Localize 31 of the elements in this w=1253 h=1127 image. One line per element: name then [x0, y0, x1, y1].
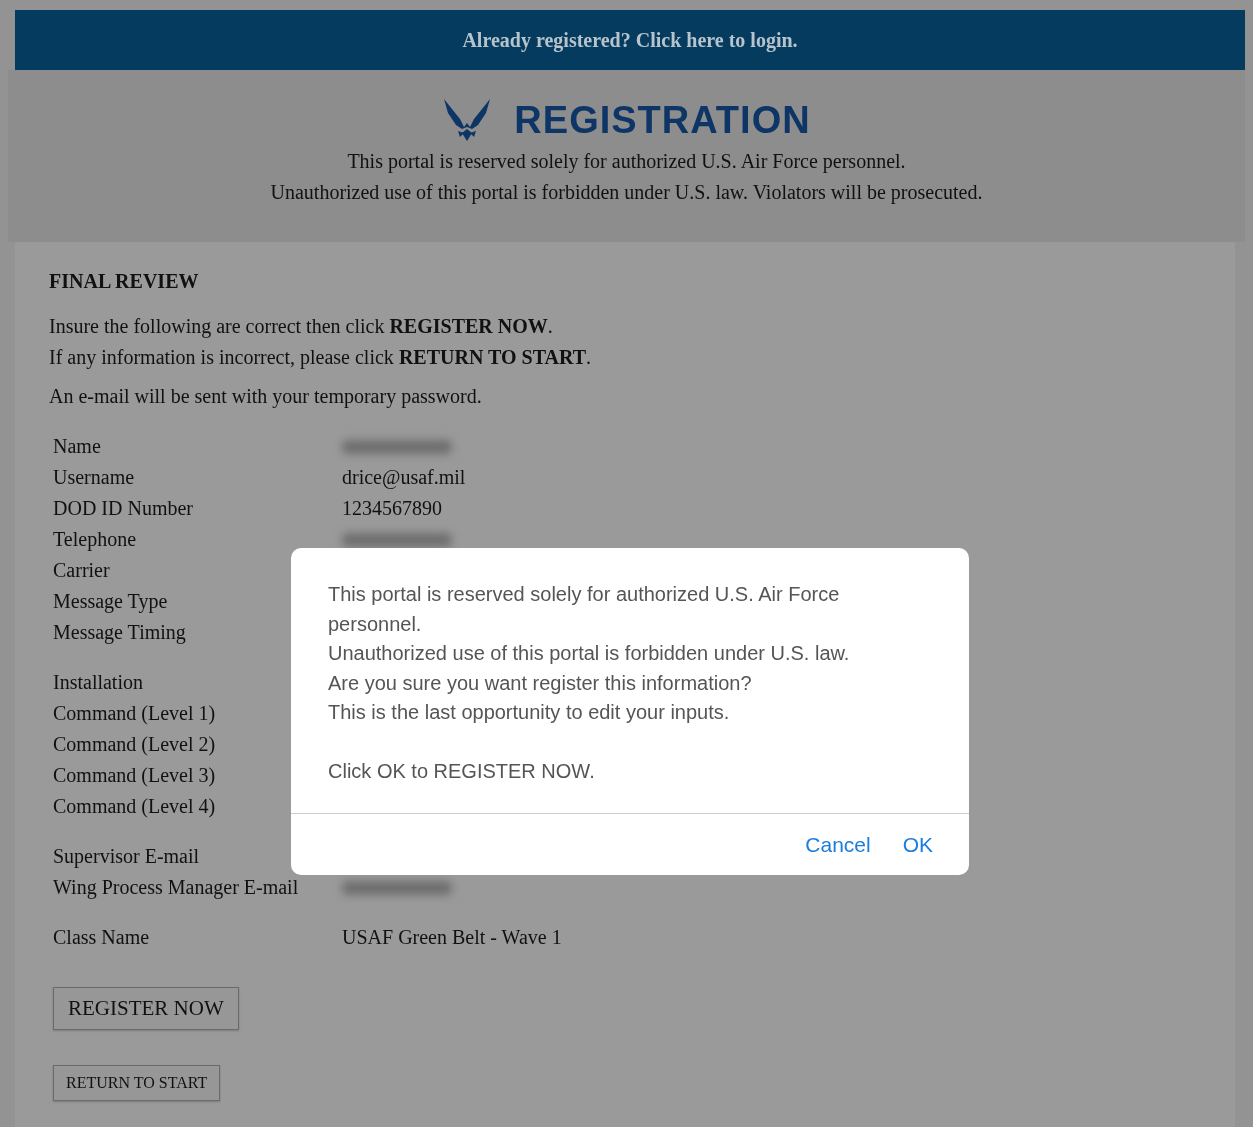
field-label: Supervisor E-mail — [53, 845, 201, 868]
field-label: Class Name — [53, 926, 151, 949]
field-label: Carrier — [53, 559, 111, 582]
dialog-prompt: Click OK to REGISTER NOW. — [328, 758, 596, 784]
field-label: Telephone — [53, 528, 137, 551]
field-label: Command (Level 2) — [53, 733, 217, 756]
login-link[interactable]: Already registered? Click here to login. — [462, 28, 798, 52]
field-label: Command (Level 4) — [53, 795, 217, 818]
dialog-message: This portal is reserved solely for authorized U.S. Air Force personnel. — [328, 582, 841, 637]
field-value: drice@usaf.mil — [342, 466, 466, 489]
return-button[interactable]: RETURN TO START — [53, 1065, 221, 1101]
wings-logo-icon — [442, 97, 493, 143]
email-note: An e-mail will be sent with your temporary password. — [49, 385, 483, 408]
dialog-button[interactable]: Cancel — [799, 828, 877, 861]
page-title: REGISTRATION — [514, 98, 811, 142]
section-heading: FINAL REVIEW — [49, 270, 200, 293]
notice-text: Unauthorized use of this portal is forbidden under U.S. law. Violators will be prosecuted. — [270, 180, 983, 206]
notice-text: This portal is reserved solely for authorized U.S. Air Force personnel. — [347, 149, 906, 175]
instruction-text: Insure the following are correct then click REGISTER NOW. — [49, 314, 554, 340]
dialog-button[interactable]: OK — [896, 828, 939, 861]
field-label: Username — [53, 466, 136, 489]
field-value: USAF Green Belt - Wave 1 — [342, 926, 562, 949]
register-button[interactable]: REGISTER NOW — [53, 987, 239, 1030]
dialog-message: This is the last opportunity to edit your inputs. — [328, 700, 731, 725]
dialog-message: Are you sure you want register this information? — [328, 670, 753, 696]
field-label: Wing Process Manager E-mail — [53, 876, 300, 899]
dialog-message: Unauthorized use of this portal is forbidden under U.S. law. — [328, 641, 851, 666]
field-label: DOD ID Number — [53, 497, 194, 520]
instruction-text: If any information is incorrect, please click RETURN TO START. — [49, 345, 592, 371]
field-value: 1234567890 — [342, 497, 442, 520]
field-label: Name — [53, 435, 102, 458]
